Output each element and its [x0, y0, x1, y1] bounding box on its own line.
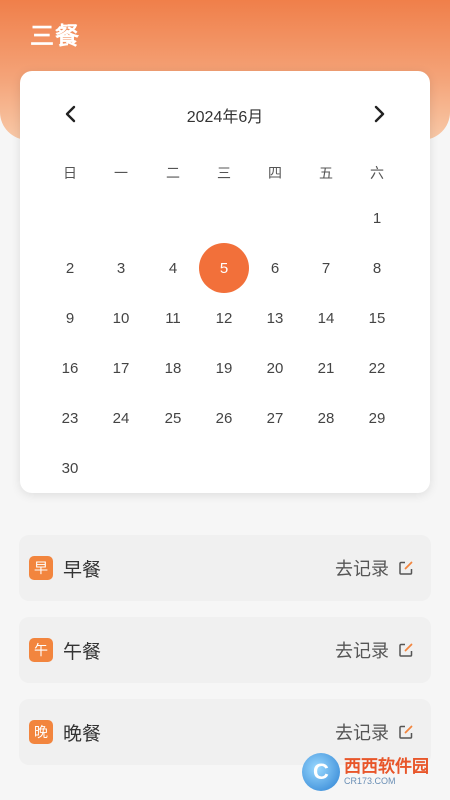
day-22[interactable]: 22	[352, 343, 402, 393]
day-20[interactable]: 20	[250, 343, 300, 393]
day-15[interactable]: 15	[352, 293, 402, 343]
day-21[interactable]: 21	[301, 343, 351, 393]
day-3[interactable]: 3	[96, 243, 146, 293]
dinner-badge: 晚	[29, 720, 53, 744]
meal-card-breakfast[interactable]: 早 早餐 去记录	[19, 535, 431, 601]
meal-name-breakfast: 早餐	[63, 560, 102, 581]
watermark-text: 西西软件园 CR173.COM	[344, 758, 429, 786]
day-16[interactable]: 16	[45, 343, 95, 393]
day-17[interactable]: 17	[96, 343, 146, 393]
day-30[interactable]: 30	[45, 443, 95, 493]
day-4[interactable]: 4	[148, 243, 198, 293]
app-title: 三餐	[30, 23, 80, 50]
day-7[interactable]: 7	[301, 243, 351, 293]
edit-icon	[399, 725, 413, 739]
day-23[interactable]: 23	[45, 393, 95, 443]
day-25[interactable]: 25	[148, 393, 198, 443]
day-9[interactable]: 9	[45, 293, 95, 343]
day-5[interactable]: 5	[199, 243, 249, 293]
day-13[interactable]: 13	[250, 293, 300, 343]
record-lunch-button[interactable]: 去记录	[335, 637, 413, 663]
record-label: 去记录	[335, 641, 389, 661]
weekday-fri: 五	[319, 165, 333, 181]
day-27[interactable]: 27	[250, 393, 300, 443]
next-month-button[interactable]	[366, 101, 392, 127]
day-19[interactable]: 19	[199, 343, 249, 393]
lunch-badge: 午	[29, 638, 53, 662]
record-breakfast-button[interactable]: 去记录	[335, 555, 413, 581]
edit-icon	[399, 561, 413, 575]
weekday-sun: 日	[63, 165, 77, 181]
weekday-tue: 二	[166, 165, 180, 181]
day-12[interactable]: 12	[199, 293, 249, 343]
watermark-main: 西西软件园	[344, 757, 429, 776]
calendar-header: 2024年6月	[20, 97, 430, 131]
record-label: 去记录	[335, 559, 389, 579]
meal-name-lunch: 午餐	[63, 642, 102, 663]
day-26[interactable]: 26	[199, 393, 249, 443]
calendar-card: 2024年6月 日 一 二 三 四 五 六 1 2 3 4 5 6 7 8 9 10 11 12 13 1…	[20, 71, 430, 493]
day-11[interactable]: 11	[148, 293, 198, 343]
day-10[interactable]: 10	[96, 293, 146, 343]
edit-icon	[399, 643, 413, 657]
watermark: C 西西软件园 CR173.COM	[302, 752, 442, 792]
breakfast-badge: 早	[29, 556, 53, 580]
weekday-row: 日 一 二 三 四 五 六	[20, 163, 430, 183]
weekday-sat: 六	[370, 165, 384, 181]
meal-name-dinner: 晚餐	[63, 724, 102, 745]
meal-card-lunch[interactable]: 午 午餐 去记录	[19, 617, 431, 683]
day-14[interactable]: 14	[301, 293, 351, 343]
watermark-sub: CR173.COM	[344, 776, 396, 786]
day-29[interactable]: 29	[352, 393, 402, 443]
chevron-right-icon	[374, 105, 385, 123]
weekday-thu: 四	[268, 165, 282, 181]
day-2[interactable]: 2	[45, 243, 95, 293]
record-dinner-button[interactable]: 去记录	[335, 719, 413, 745]
day-28[interactable]: 28	[301, 393, 351, 443]
record-label: 去记录	[335, 723, 389, 743]
day-8[interactable]: 8	[352, 243, 402, 293]
day-18[interactable]: 18	[148, 343, 198, 393]
day-1[interactable]: 1	[352, 193, 402, 243]
weekday-wed: 三	[217, 165, 231, 181]
day-24[interactable]: 24	[96, 393, 146, 443]
watermark-logo: C	[302, 753, 340, 791]
weekday-mon: 一	[114, 165, 128, 181]
day-6[interactable]: 6	[250, 243, 300, 293]
days-grid: 1 2 3 4 5 6 7 8 9 10 11 12 13 14 15 16 17 18 19 20 21 22 23 24 2…	[20, 193, 430, 483]
